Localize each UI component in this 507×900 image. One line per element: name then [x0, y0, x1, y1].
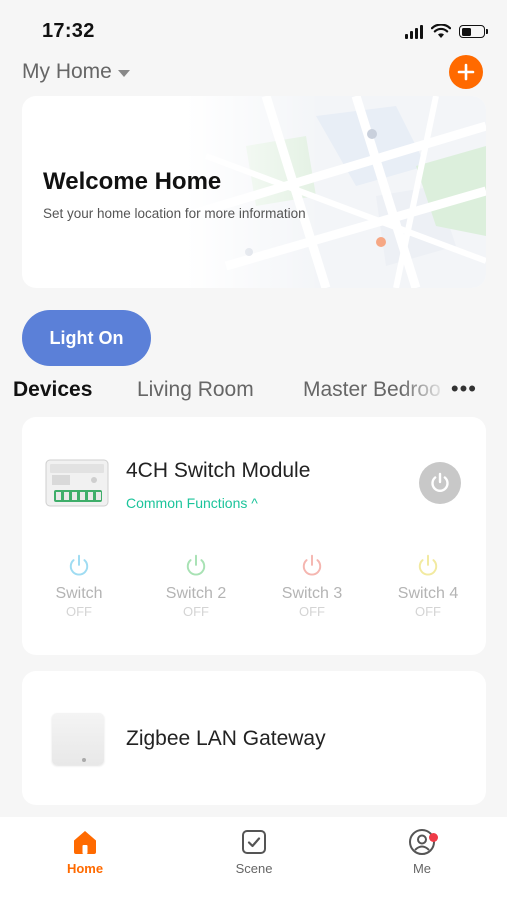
power-icon — [418, 554, 438, 576]
power-button[interactable] — [419, 462, 461, 504]
profile-icon — [409, 829, 435, 855]
switch-4[interactable]: Switch 4 OFF — [378, 553, 478, 619]
power-icon — [69, 554, 89, 576]
switch-2[interactable]: Switch 2 OFF — [146, 553, 246, 619]
plus-icon — [457, 63, 475, 81]
switch-label: Switch — [55, 585, 103, 602]
home-selector[interactable]: My Home — [22, 60, 130, 84]
device-name: Zigbee LAN Gateway — [126, 727, 326, 750]
switch-state: OFF — [183, 604, 209, 619]
nav-home[interactable]: Home — [40, 827, 130, 876]
nav-label: Home — [66, 861, 104, 876]
more-tabs-button[interactable]: ••• — [451, 376, 477, 402]
battery-icon — [459, 25, 488, 38]
map-background — [186, 96, 486, 288]
notification-dot — [429, 833, 438, 842]
status-time: 17:32 — [42, 20, 95, 42]
tab-living-room[interactable]: Living Room — [137, 378, 254, 402]
switch-3[interactable]: Switch 3 OFF — [262, 553, 362, 619]
welcome-card[interactable]: Welcome Home Set your home location for … — [22, 96, 486, 288]
switch-state: OFF — [66, 604, 92, 619]
caret-down-icon — [117, 69, 130, 77]
status-icons — [405, 24, 488, 39]
gateway-image — [52, 713, 104, 765]
nav-label: Me — [412, 861, 432, 876]
switch-state: OFF — [415, 604, 441, 619]
device-name: 4CH Switch Module — [126, 459, 311, 482]
scene-icon — [242, 830, 266, 854]
wifi-icon — [431, 24, 451, 38]
nav-me[interactable]: Me — [377, 827, 467, 876]
power-icon — [431, 472, 449, 492]
device-card-gateway[interactable]: Zigbee LAN Gateway — [22, 671, 486, 805]
common-functions-toggle[interactable]: Common Functions ^ — [126, 495, 258, 511]
light-on-scene-button[interactable]: Light On — [22, 310, 151, 366]
power-icon — [302, 554, 322, 576]
power-icon — [186, 554, 206, 576]
device-card-switch-module[interactable]: 4CH Switch Module Common Functions ^ Swi… — [22, 417, 486, 655]
bottom-nav: Home Scene Me — [0, 817, 507, 900]
switch-module-image — [45, 459, 109, 507]
home-name: My Home — [22, 60, 112, 83]
nav-scene[interactable]: Scene — [209, 827, 299, 876]
room-tabs: Devices Living Room Master Bedroo ••• — [0, 376, 507, 406]
welcome-subtitle: Set your home location for more informat… — [43, 206, 306, 221]
add-button[interactable] — [449, 55, 483, 89]
status-bar: 17:32 — [0, 0, 507, 60]
switch-label: Switch 2 — [165, 585, 227, 602]
home-icon — [74, 831, 96, 854]
nav-label: Scene — [235, 861, 273, 876]
switch-label: Switch 4 — [397, 585, 459, 602]
switch-1[interactable]: Switch OFF — [29, 553, 129, 619]
welcome-title: Welcome Home — [43, 168, 222, 195]
switch-label: Switch 3 — [281, 585, 343, 602]
switch-state: OFF — [299, 604, 325, 619]
tab-devices[interactable]: Devices — [13, 378, 92, 402]
cellular-signal-icon — [405, 24, 423, 39]
